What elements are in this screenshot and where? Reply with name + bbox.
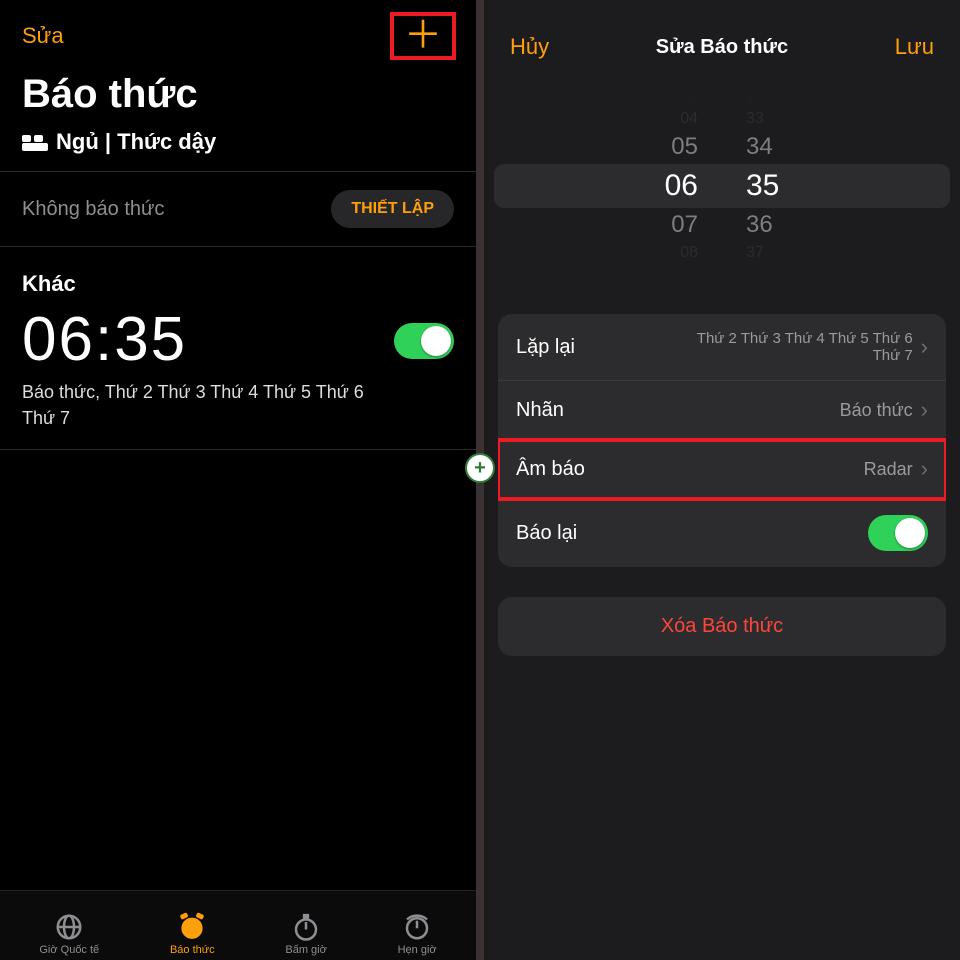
- snooze-row: Báo lại: [498, 499, 946, 567]
- label-row[interactable]: Nhãn Báo thức›: [498, 381, 946, 440]
- sound-row[interactable]: Âm báo Radar›: [498, 440, 946, 499]
- repeat-row[interactable]: Lặp lại Thứ 2 Thứ 3 Thứ 4 Thứ 5 Thứ 6 Th…: [498, 314, 946, 381]
- timer-icon: [402, 912, 432, 942]
- sound-value: Radar›: [864, 456, 928, 482]
- no-alarm-text: Không báo thức: [22, 198, 164, 221]
- sound-label: Âm báo: [516, 458, 585, 481]
- modal-title: Sửa Báo thức: [656, 36, 788, 59]
- label-value: Báo thức›: [840, 397, 928, 423]
- alarm-subtitle: Báo thức, Thứ 2 Thứ 3 Thứ 4 Thứ 5 Thứ 6 …: [22, 379, 380, 431]
- tab-label: Bấm giờ: [285, 944, 326, 956]
- alarm-time: 06:35: [22, 309, 380, 371]
- repeat-label: Lặp lại: [516, 336, 575, 359]
- other-section-header: Khác: [0, 247, 476, 305]
- chevron-right-icon: ›: [921, 334, 928, 360]
- cancel-button[interactable]: Hủy: [510, 34, 549, 60]
- alarm-toggle[interactable]: [394, 323, 454, 359]
- edit-alarm-screen: Hủy Sửa Báo thức Lưu 0332 0433 0534 06 3…: [480, 0, 960, 960]
- add-alarm-highlight: ＋: [390, 12, 456, 60]
- picker-minute: 35: [746, 164, 779, 208]
- tab-stopwatch[interactable]: Bấm giờ: [285, 912, 326, 956]
- right-header: Hủy Sửa Báo thức Lưu: [484, 0, 960, 76]
- time-picker[interactable]: 0332 0433 0534 06 35 0736 0837 0938: [494, 76, 950, 296]
- page-title: Báo thức: [0, 60, 476, 127]
- plus-icon[interactable]: ＋: [404, 22, 442, 50]
- edit-button[interactable]: Sửa: [22, 23, 64, 49]
- globe-icon: [54, 912, 84, 942]
- stopwatch-icon: [291, 912, 321, 942]
- label-label: Nhãn: [516, 399, 564, 422]
- tutorial-step-plus-icon: +: [465, 453, 495, 483]
- snooze-toggle[interactable]: [868, 515, 928, 551]
- alarm-clock-icon: [177, 912, 207, 942]
- alarm-row[interactable]: 06:35 Báo thức, Thứ 2 Thứ 3 Thứ 4 Thứ 5 …: [0, 305, 476, 449]
- tab-bar: Giờ Quốc tế Báo thức Bấm giờ Hẹn giờ: [0, 890, 476, 960]
- alarm-list-screen: Sửa ＋ Báo thức Ngủ | Thức dậy Không báo …: [0, 0, 480, 960]
- tab-alarm[interactable]: Báo thức: [170, 912, 215, 956]
- bed-icon: [22, 133, 48, 151]
- picker-selected: 06 35: [665, 164, 780, 208]
- tab-label: Báo thức: [170, 944, 215, 956]
- repeat-value: Thứ 2 Thứ 3 Thứ 4 Thứ 5 Thứ 6 Thứ 7›: [668, 330, 928, 364]
- snooze-label: Báo lại: [516, 522, 577, 545]
- delete-alarm-button[interactable]: Xóa Báo thức: [498, 597, 946, 656]
- save-button[interactable]: Lưu: [895, 34, 934, 60]
- sleep-wake-section-header: Ngủ | Thức dậy: [0, 127, 476, 171]
- sleep-alarm-row: Không báo thức THIẾT LẬP: [0, 172, 476, 246]
- setup-button[interactable]: THIẾT LẬP: [331, 190, 454, 228]
- tab-label: Hẹn giờ: [398, 944, 437, 956]
- tab-label: Giờ Quốc tế: [39, 944, 99, 956]
- alarm-settings-group: Lặp lại Thứ 2 Thứ 3 Thứ 4 Thứ 5 Thứ 6 Th…: [498, 314, 946, 567]
- sleep-wake-label: Ngủ | Thức dậy: [56, 129, 216, 155]
- chevron-right-icon: ›: [921, 456, 928, 482]
- tab-timer[interactable]: Hẹn giờ: [398, 912, 437, 956]
- tab-world-clock[interactable]: Giờ Quốc tế: [39, 912, 99, 956]
- picker-hour: 06: [665, 164, 698, 208]
- chevron-right-icon: ›: [921, 397, 928, 423]
- left-header: Sửa ＋: [0, 0, 476, 60]
